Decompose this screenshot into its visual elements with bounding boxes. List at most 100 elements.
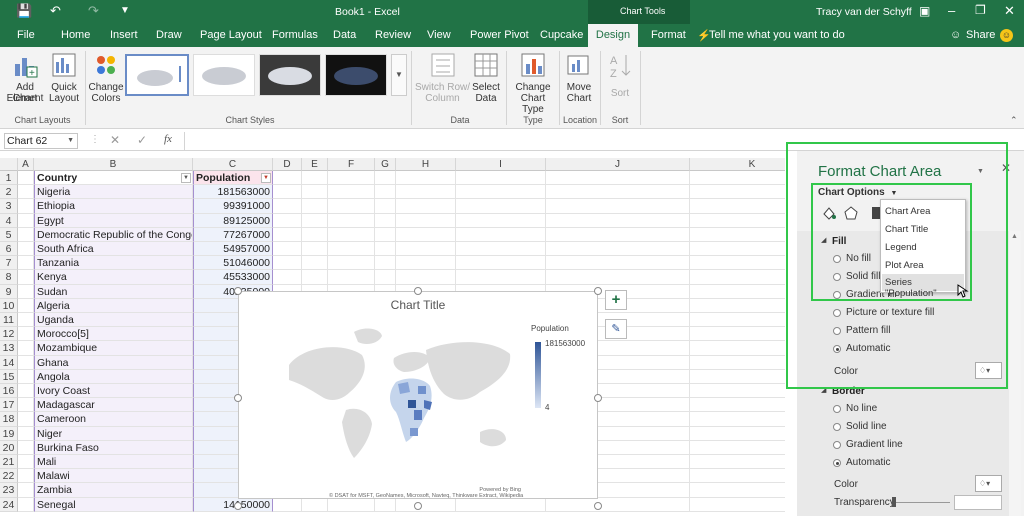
country-cell[interactable]: Egypt <box>34 213 193 228</box>
close-icon[interactable]: ✕ <box>1004 3 1015 19</box>
tab-review[interactable]: Review <box>375 24 411 47</box>
empty-cell[interactable] <box>690 171 785 186</box>
scroll-up-icon[interactable]: ▲ <box>1011 233 1018 240</box>
smiley-icon[interactable]: ☺ <box>1000 29 1013 42</box>
empty-cell[interactable] <box>302 256 328 271</box>
border-color-picker[interactable]: ♢▾ <box>975 475 1002 492</box>
empty-cell[interactable] <box>690 299 785 313</box>
empty-cell[interactable] <box>273 185 302 200</box>
empty-cell[interactable] <box>456 497 546 512</box>
empty-cell[interactable] <box>328 185 375 200</box>
cell-a[interactable] <box>18 426 34 441</box>
empty-cell[interactable] <box>302 497 328 512</box>
tell-me-search[interactable]: Tell me what you want to do <box>709 24 845 47</box>
empty-cell[interactable] <box>328 270 375 285</box>
col-header-h[interactable]: H <box>396 158 456 171</box>
row-header[interactable]: 7 <box>0 256 18 271</box>
empty-cell[interactable] <box>302 171 328 186</box>
empty-cell[interactable] <box>375 213 396 228</box>
row-header[interactable]: 22 <box>0 469 18 484</box>
undo-icon[interactable]: ↶ <box>50 3 61 19</box>
empty-cell[interactable] <box>690 469 785 484</box>
tab-insert[interactable]: Insert <box>110 24 138 47</box>
cell-a[interactable] <box>18 384 34 399</box>
cell-a[interactable] <box>18 327 34 342</box>
tab-home[interactable]: Home <box>61 24 90 47</box>
empty-cell[interactable] <box>273 199 302 214</box>
cell-a[interactable] <box>18 185 34 200</box>
empty-cell[interactable] <box>396 497 456 512</box>
col-header-b[interactable]: B <box>34 158 193 171</box>
row-header[interactable]: 9 <box>0 284 18 299</box>
tab-formulas[interactable]: Formulas <box>272 24 318 47</box>
empty-cell[interactable] <box>302 199 328 214</box>
country-cell[interactable]: Uganda <box>34 313 193 328</box>
country-cell[interactable]: Ghana <box>34 355 193 370</box>
chart-styles-brush-icon[interactable]: ✎ <box>605 319 627 339</box>
empty-cell[interactable] <box>690 256 785 271</box>
chart-style-3[interactable] <box>259 54 321 96</box>
empty-cell[interactable] <box>690 242 785 257</box>
tab-design[interactable]: Design <box>588 24 638 47</box>
country-cell[interactable]: Democratic Republic of the Congo <box>34 227 193 242</box>
map-chart[interactable]: Chart Title Population 181563000 4 Power… <box>238 291 598 499</box>
row-header[interactable]: 19 <box>0 426 18 441</box>
border-radio[interactable] <box>833 441 841 449</box>
population-cell[interactable]: 45533000 <box>193 270 273 285</box>
empty-cell[interactable] <box>396 242 456 257</box>
empty-cell[interactable] <box>690 455 785 470</box>
col-header-c[interactable]: C <box>193 158 273 171</box>
row-header[interactable]: 4 <box>0 213 18 228</box>
empty-cell[interactable] <box>273 256 302 271</box>
transparency-input[interactable] <box>954 495 1002 510</box>
empty-cell[interactable] <box>456 270 546 285</box>
user-name[interactable]: Tracy van der Schyff <box>816 6 912 18</box>
save-icon[interactable]: 💾 <box>16 3 32 19</box>
transparency-slider[interactable] <box>892 502 950 503</box>
empty-cell[interactable] <box>546 227 690 242</box>
empty-cell[interactable] <box>273 270 302 285</box>
cell-a[interactable] <box>18 227 34 242</box>
population-cell[interactable]: 54957000 <box>193 242 273 257</box>
border-option-label[interactable]: Gradient line <box>846 439 903 450</box>
empty-cell[interactable] <box>546 242 690 257</box>
row-header[interactable]: 5 <box>0 227 18 242</box>
border-radio[interactable] <box>833 423 841 431</box>
chart-title[interactable]: Chart Title <box>239 298 597 312</box>
empty-cell[interactable] <box>273 497 302 512</box>
row-header[interactable]: 8 <box>0 270 18 285</box>
tab-cupcake[interactable]: Cupcake <box>540 24 583 47</box>
cell-a[interactable] <box>18 298 34 313</box>
row-header[interactable]: 2 <box>0 185 18 200</box>
country-cell[interactable]: Niger <box>34 426 193 441</box>
col-header-i[interactable]: I <box>456 158 546 171</box>
tab-format[interactable]: Format <box>651 24 686 47</box>
row-header[interactable]: 11 <box>0 313 18 328</box>
col-header-e[interactable]: E <box>302 158 328 171</box>
empty-cell[interactable] <box>396 270 456 285</box>
row-header[interactable]: 23 <box>0 483 18 498</box>
empty-cell[interactable] <box>375 270 396 285</box>
empty-cell[interactable] <box>690 199 785 214</box>
resize-handle-br[interactable] <box>594 502 602 510</box>
empty-cell[interactable] <box>546 270 690 285</box>
empty-cell[interactable] <box>396 256 456 271</box>
empty-cell[interactable] <box>690 427 785 441</box>
resize-handle-tr[interactable] <box>594 287 602 295</box>
empty-cell[interactable] <box>690 384 785 399</box>
share-button[interactable]: Share <box>966 24 995 47</box>
cell-a[interactable] <box>18 355 34 370</box>
empty-cell[interactable] <box>328 171 375 186</box>
empty-cell[interactable] <box>546 199 690 214</box>
empty-cell[interactable] <box>375 227 396 242</box>
name-box[interactable]: Chart 62 ▼ <box>4 133 78 149</box>
empty-cell[interactable] <box>396 227 456 242</box>
cell-a[interactable] <box>18 313 34 328</box>
chart-elements-plus-icon[interactable]: + <box>605 290 627 310</box>
country-cell[interactable]: Ivory Coast <box>34 384 193 399</box>
cell-a[interactable] <box>18 213 34 228</box>
filter-dropdown-icon[interactable]: ▼ <box>181 173 191 183</box>
empty-cell[interactable] <box>690 483 785 498</box>
pane-scrollbar[interactable]: ▲ <box>1009 231 1021 516</box>
empty-cell[interactable] <box>375 199 396 214</box>
